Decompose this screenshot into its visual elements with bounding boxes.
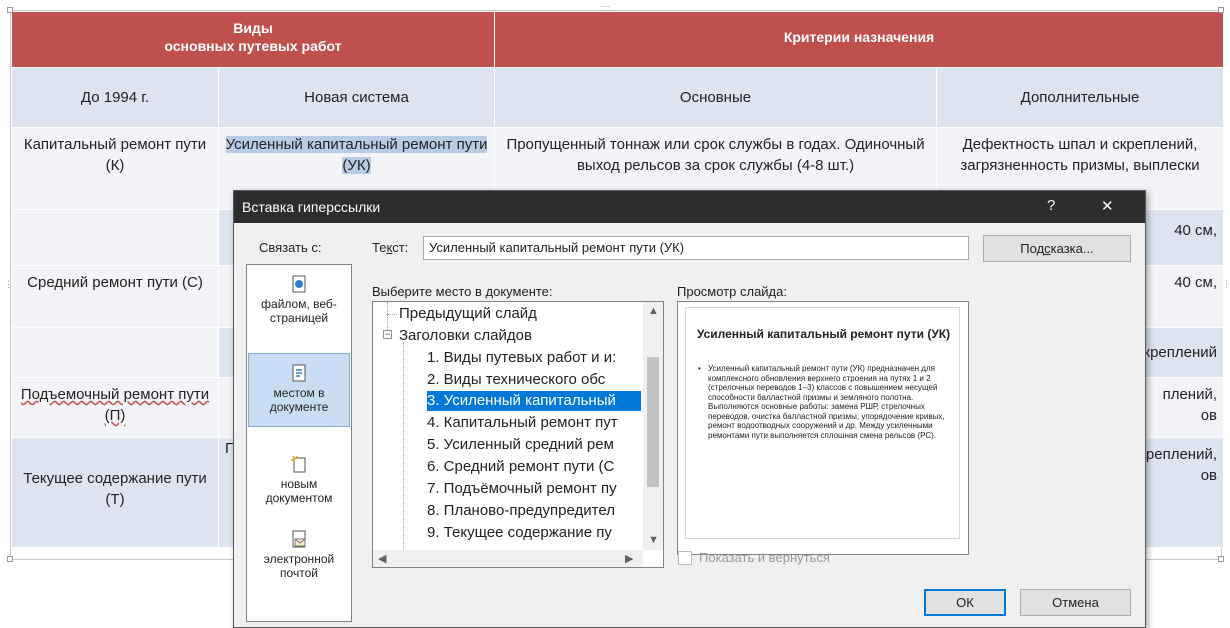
insert-hyperlink-dialog: Вставка гиперссылки ? ✕ Связать с: Текст… xyxy=(233,190,1146,628)
cell-empty xyxy=(11,209,219,266)
scroll-right-icon[interactable]: ▶ xyxy=(625,552,633,565)
tree-line xyxy=(387,314,397,315)
cell-old-p[interactable]: Подъемочный ремонт пути (П) xyxy=(11,377,219,438)
text-label-part: ст: xyxy=(392,240,409,255)
scroll-up-icon[interactable]: ▲ xyxy=(648,305,659,317)
tree-item-selected[interactable]: 3. Усиленный капитальный xyxy=(427,391,641,411)
link-email[interactable]: электронной почтой xyxy=(248,530,350,580)
place-in-document-label: Выберите место в документе: xyxy=(372,284,553,299)
resize-grip[interactable]: :::: xyxy=(600,4,610,13)
selected-text[interactable]: Усиленный капитальный ремонт пути (УК) xyxy=(225,136,488,174)
tree-item[interactable]: 5. Усиленный средний рем xyxy=(427,435,643,455)
header-criteria: Критерии назначения xyxy=(494,11,1225,68)
spellcheck-word: Подъемочный ремонт пути (П) xyxy=(20,386,210,424)
tree-item[interactable]: 6. Средний ремонт пути (С xyxy=(427,457,643,477)
collapse-icon[interactable]: − xyxy=(383,330,392,339)
tree-horizontal-scrollbar[interactable]: ◀ ▶ xyxy=(373,550,643,567)
link-label: новым xyxy=(280,477,318,491)
preview-bullet: Усиленный капитальный ремонт пути (УК) п… xyxy=(698,364,953,440)
tree-item-previous-slide[interactable]: Предыдущий слайд xyxy=(399,304,643,324)
resize-handle[interactable] xyxy=(1218,7,1224,13)
link-with-sidebar: файлом, веб-страницей местом в документе … xyxy=(246,264,352,622)
resize-handle[interactable] xyxy=(7,556,13,562)
cell-extra-line: плений, xyxy=(1162,386,1218,403)
file-web-icon xyxy=(292,275,306,293)
header-additional: Дополнительные xyxy=(936,67,1225,128)
tree-item[interactable]: 1. Виды путевых работ и и: xyxy=(427,348,643,368)
new-document-icon xyxy=(291,455,306,473)
resize-grip[interactable]: ⋮ xyxy=(1222,280,1230,289)
link-new-document[interactable]: новым документом xyxy=(248,455,350,505)
slide-preview-thumbnail: Усиленный капитальный ремонт пути (УК) У… xyxy=(685,307,960,539)
link-label: документе xyxy=(269,400,329,414)
scroll-down-icon[interactable]: ▼ xyxy=(648,534,659,546)
link-label: файлом, веб- xyxy=(261,297,337,311)
btn-part: Под xyxy=(1020,241,1045,256)
tree-vertical-scrollbar[interactable]: ▲ ▼ xyxy=(643,302,663,550)
ok-button[interactable]: ОК xyxy=(924,589,1006,616)
cell-old-k[interactable]: Капитальный ремонт пути (К) xyxy=(11,127,219,210)
resize-grip[interactable]: ⋮ xyxy=(4,280,13,289)
header-work-types: Виды основных путевых работ xyxy=(10,11,496,68)
cancel-button[interactable]: Отмена xyxy=(1020,589,1131,616)
show-and-return-checkbox[interactable] xyxy=(678,551,692,565)
tree-item-slide-titles[interactable]: Заголовки слайдов xyxy=(399,326,643,346)
cell-extra-line: креплений, xyxy=(1139,446,1218,463)
header-main: Основные xyxy=(494,67,938,128)
help-button[interactable]: ? xyxy=(1047,197,1055,214)
text-label-part: Те xyxy=(372,240,387,255)
link-label: почтой xyxy=(280,566,318,580)
tree-item[interactable]: 9. Текущее содержание пу xyxy=(427,523,643,543)
cell-old-s[interactable]: Средний ремонт пути (С) xyxy=(11,265,219,328)
tree-item[interactable]: 8. Планово-предупредител xyxy=(427,501,643,521)
tree-item[interactable]: 7. Подъёмочный ремонт пу xyxy=(427,479,643,499)
tree-item[interactable]: 4. Капитальный ремонт пут xyxy=(427,413,643,433)
dialog-titlebar[interactable]: Вставка гиперссылки ? ✕ xyxy=(234,191,1145,223)
slide-preview: Усиленный капитальный ремонт пути (УК) У… xyxy=(677,301,969,555)
tree-line xyxy=(403,342,404,554)
header-new-system: Новая система xyxy=(217,67,496,128)
link-label: страницей xyxy=(269,311,329,325)
link-label: электронной xyxy=(263,552,335,566)
preview-slide-title: Усиленный капитальный ремонт пути (УК) xyxy=(696,327,951,341)
cell-extra-line: ов xyxy=(1200,407,1218,424)
header-before-1994: До 1994 г. xyxy=(11,67,219,128)
show-and-return-label: Показать и вернуться xyxy=(699,550,830,565)
scroll-left-icon[interactable]: ◀ xyxy=(378,552,386,565)
resize-handle[interactable] xyxy=(1218,556,1224,562)
screentip-button[interactable]: Подсказка... xyxy=(983,235,1131,262)
text-label: Текст: xyxy=(372,240,408,255)
text-to-display-input[interactable]: Усиленный капитальный ремонт пути (УК) xyxy=(423,236,969,260)
preview-slide-body: Усиленный капитальный ремонт пути (УК) п… xyxy=(698,364,953,440)
dialog-title: Вставка гиперссылки xyxy=(242,199,381,215)
place-in-document-icon xyxy=(292,364,306,382)
tree-item[interactable]: 2. Виды технического обс xyxy=(427,370,643,390)
cell-old-t[interactable]: Текущее содержание пути (Т) xyxy=(11,437,219,548)
link-file-web-page[interactable]: файлом, веб-страницей xyxy=(248,275,350,325)
scroll-thumb[interactable] xyxy=(647,357,659,487)
cell-extra-line: ов xyxy=(1200,467,1218,484)
link-place-in-document[interactable]: местом в документе xyxy=(248,353,350,427)
email-icon xyxy=(292,530,306,548)
link-label: местом в xyxy=(273,386,325,400)
link-label: документом xyxy=(265,491,333,505)
document-place-tree[interactable]: − Предыдущий слайд Заголовки слайдов 1. … xyxy=(372,301,664,568)
resize-handle[interactable] xyxy=(7,7,13,13)
link-with-label: Связать с: xyxy=(259,240,322,255)
slide-preview-label: Просмотр слайда: xyxy=(677,284,787,299)
btn-part: казка... xyxy=(1050,241,1094,256)
cell-empty xyxy=(11,327,219,378)
close-button[interactable]: ✕ xyxy=(1101,197,1114,215)
